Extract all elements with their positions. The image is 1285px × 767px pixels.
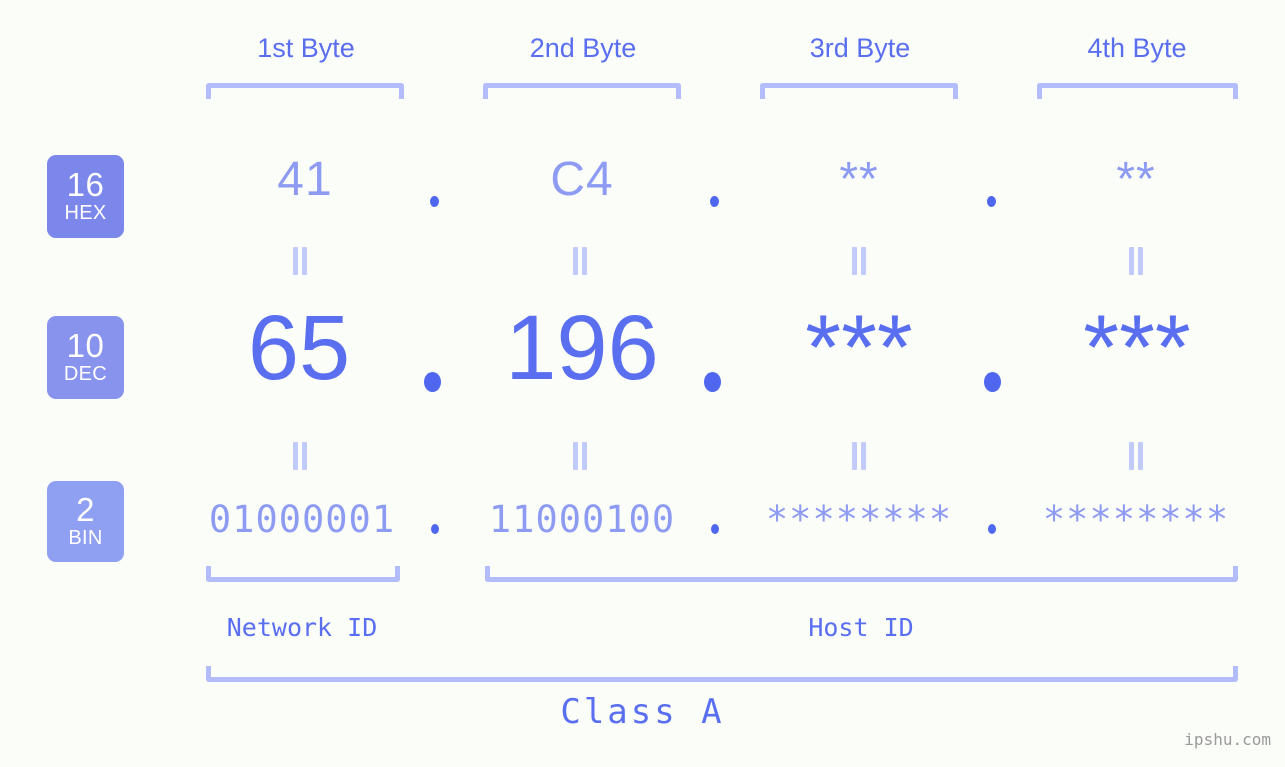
bin-separator-dot-2 [711,524,719,534]
byte-bracket-1 [206,83,404,99]
hex-octet-3: ** [839,153,879,206]
bin-octet-3: ******** [765,498,953,541]
equals-connector-dec-bin-2 [573,442,587,470]
byte-bracket-2 [483,83,681,99]
byte-header-1: 1st Byte [257,33,355,63]
byte-bracket-4 [1037,83,1238,99]
byte-header-2: 2nd Byte [529,33,637,63]
equals-connector-hex-dec-4 [1129,247,1143,275]
host-id-label: Host ID [808,613,914,642]
byte-header-4: 4th Byte [1087,33,1187,63]
byte-bracket-3 [760,83,958,99]
hex-octet-4: ** [1116,153,1156,206]
class-label: Class A [0,692,1285,732]
hex-separator-dot-3 [987,196,996,207]
bin-octet-2: 11000100 [488,498,676,541]
network-id-bracket [206,566,400,582]
hex-separator-dot-2 [710,196,719,207]
dec-octet-4: *** [1083,297,1191,399]
bin-separator-dot-1 [431,524,439,534]
hex-octet-2: C4 [550,153,614,206]
bin-value-row: 01000001 11000100 ******** ******** [0,497,1285,557]
dec-octet-1: 65 [247,297,351,399]
dec-octet-3: *** [805,297,913,399]
equals-connector-dec-bin-4 [1129,442,1143,470]
dec-separator-dot-1 [424,372,441,392]
equals-connector-hex-dec-2 [573,247,587,275]
dec-value-row: 65 196 *** *** [0,296,1285,406]
hex-separator-dot-1 [430,196,439,207]
dec-octet-2: 196 [505,297,659,399]
dec-separator-dot-2 [704,372,721,392]
host-id-bracket [485,566,1238,582]
equals-connector-hex-dec-1 [293,247,307,275]
watermark: ipshu.com [1184,730,1271,749]
equals-connector-dec-bin-3 [852,442,866,470]
hex-value-row: 41 C4 ** ** [0,150,1285,230]
class-label-text: Class A [560,692,725,732]
network-id-label: Network ID [226,613,378,642]
equals-connector-dec-bin-1 [293,442,307,470]
bin-separator-dot-3 [988,524,996,534]
equals-connector-hex-dec-3 [852,247,866,275]
hex-octet-1: 41 [277,153,333,206]
bin-octet-4: ******** [1042,498,1230,541]
byte-header-3: 3rd Byte [809,33,911,63]
bin-octet-1: 01000001 [208,498,396,541]
dec-separator-dot-3 [984,372,1001,392]
ip-address-breakdown-diagram: 1st Byte 2nd Byte 3rd Byte 4th Byte 16 H… [0,0,1285,767]
class-bracket [206,666,1238,682]
